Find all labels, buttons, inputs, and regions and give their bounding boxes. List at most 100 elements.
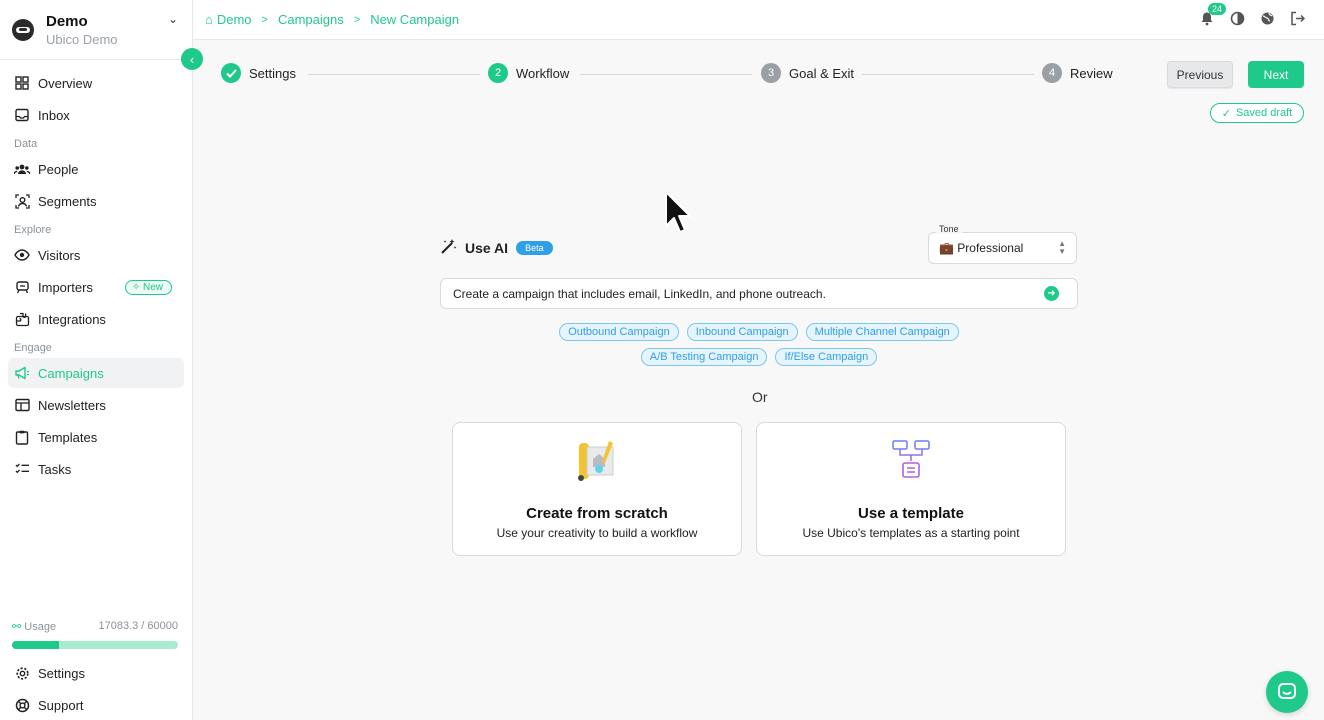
chip-multiple-channel-campaign[interactable]: Multiple Channel Campaign [805, 323, 959, 341]
sidebar-item-segments[interactable]: Segments [8, 186, 184, 216]
chip-if-else-campaign[interactable]: If/Else Campaign [775, 348, 878, 366]
breadcrumb-demo[interactable]: Demo [217, 12, 252, 27]
sidebar-item-inbox[interactable]: Inbox [8, 100, 184, 130]
sidebar-item-label: Integrations [38, 311, 106, 327]
blueprint-illustration-icon [573, 437, 621, 488]
tone-value: 💼 Professional [939, 241, 1024, 255]
sidebar-item-support[interactable]: Support [8, 690, 184, 720]
sidebar-item-label: Inbox [38, 107, 70, 123]
usage-meter: ⚯ Usage 17083.3 / 60000 [12, 620, 178, 649]
chat-support-button[interactable] [1266, 671, 1308, 713]
sidebar-item-integrations[interactable]: Integrations [8, 304, 184, 334]
card-title: Create from scratch [526, 505, 668, 522]
templates-icon [14, 429, 30, 445]
usage-fill [12, 641, 60, 649]
sidebar-item-label: Overview [38, 75, 93, 91]
usage-label: Usage [24, 621, 57, 633]
step-connector [308, 74, 480, 75]
beta-badge: Beta [516, 241, 553, 255]
sidebar-item-label: Settings [38, 665, 85, 681]
sidebar-item-settings[interactable]: Settings [8, 658, 184, 688]
sidebar-item-importers[interactable]: Importers ✧ New [8, 272, 184, 302]
chip-inbound-campaign[interactable]: Inbound Campaign [686, 323, 798, 341]
chat-icon [1278, 683, 1296, 699]
sidebar-item-label: Visitors [38, 247, 81, 263]
step-review[interactable]: 4 Review [1042, 63, 1113, 83]
create-from-scratch-card[interactable]: Create from scratch Use your creativity … [452, 422, 742, 556]
support-icon [14, 697, 30, 713]
sidebar-item-newsletters[interactable]: Newsletters [8, 390, 184, 420]
step-label: Workflow [516, 65, 570, 81]
send-icon[interactable]: ➜ [1044, 286, 1059, 301]
sidebar-item-campaigns[interactable]: Campaigns [8, 358, 184, 388]
sidebar-nav: Overview Inbox Data People Segments Expl… [0, 60, 192, 492]
importers-icon [14, 279, 30, 295]
ai-prompt-input[interactable]: Create a campaign that includes email, L… [440, 278, 1078, 309]
card-subtitle: Use Ubico's templates as a starting poin… [802, 526, 1020, 540]
grid-icon [14, 75, 30, 91]
section-label-engage: Engage [14, 342, 52, 354]
megaphone-icon [14, 365, 30, 381]
section-label-data: Data [14, 138, 38, 150]
breadcrumb-separator: > [261, 13, 268, 26]
new-badge: ✧ New [124, 279, 172, 295]
or-divider: Or [752, 389, 768, 405]
workspace-switcher[interactable]: Demo Ubico Demo ⌄ ‹ [0, 0, 203, 70]
select-arrows-icon: ▲ ▼ [1058, 239, 1066, 256]
chevron-down-icon[interactable]: ⌄ [168, 12, 178, 26]
notification-count: 24 [1207, 3, 1226, 15]
step-connector [580, 74, 752, 75]
sidebar-item-tasks[interactable]: Tasks [8, 454, 184, 484]
breadcrumb-new-campaign: New Campaign [370, 12, 460, 27]
sidebar-bottom: Settings Support [8, 656, 184, 720]
newsletter-icon [14, 397, 30, 413]
use-template-card[interactable]: Use a template Use Ubico's templates as … [756, 422, 1066, 556]
sidebar-item-label: Support [38, 697, 84, 713]
section-label-explore: Explore [14, 224, 52, 236]
step-label: Goal & Exit [789, 65, 855, 81]
usage-icon: ⚯ [12, 621, 22, 633]
breadcrumb-separator: > [353, 13, 361, 26]
chip-outbound-campaign[interactable]: Outbound Campaign [559, 323, 679, 341]
step-settings[interactable]: Settings [221, 63, 296, 83]
chip-ab-testing-campaign[interactable]: A/B Testing Campaign [640, 348, 768, 366]
previous-button[interactable]: Previous [1167, 61, 1233, 88]
workspace-subtitle: Ubico Demo [46, 31, 118, 47]
card-subtitle: Use your creativity to build a workflow [496, 526, 698, 540]
step-workflow[interactable]: 2 Workflow [488, 63, 569, 83]
globe-icon[interactable] [1258, 9, 1276, 27]
topbar: ⌂ Demo > Campaigns > New Campaign 24 [193, 0, 1324, 40]
gear-icon [14, 665, 30, 681]
bell-icon[interactable]: 24 [1198, 3, 1226, 27]
breadcrumb: ⌂ Demo > Campaigns > New Campaign [205, 12, 459, 27]
sidebar-item-templates[interactable]: Templates [8, 422, 184, 452]
sidebar-item-label: Templates [38, 429, 98, 445]
workflow-template-icon [887, 437, 935, 488]
home-icon: ⌂ [205, 12, 213, 27]
sidebar-item-people[interactable]: People [8, 154, 184, 184]
top-actions: 24 [1198, 3, 1306, 27]
tasks-icon [14, 461, 30, 477]
usage-value: 17083.3 / 60000 [98, 620, 178, 632]
workspace-name: Demo [46, 12, 88, 30]
sidebar-item-label: Newsletters [38, 397, 106, 413]
next-button[interactable]: Next [1248, 61, 1304, 88]
magic-wand-icon [440, 238, 457, 258]
sidebar-item-visitors[interactable]: Visitors [8, 240, 184, 270]
suggestion-chips-row-2: A/B Testing Campaign If/Else Campaign [440, 348, 1078, 366]
step-number: 4 [1042, 63, 1062, 83]
use-ai-title: Use AI [465, 240, 509, 256]
tone-select[interactable]: 💼 Professional ▲ ▼ [928, 232, 1077, 264]
saved-draft-badge: ✓ Saved draft [1210, 103, 1304, 123]
breadcrumb-campaigns[interactable]: Campaigns [278, 12, 344, 27]
sidebar-item-label: Importers [38, 279, 93, 295]
logout-icon[interactable] [1288, 9, 1306, 27]
step-label: Review [1070, 65, 1113, 81]
eye-icon [14, 247, 30, 263]
segments-icon [14, 193, 30, 209]
step-goal-exit[interactable]: 3 Goal & Exit [761, 63, 854, 83]
sidebar-item-label: Segments [38, 193, 97, 209]
theme-toggle-icon[interactable] [1228, 9, 1246, 27]
collapse-sidebar-button[interactable]: ‹ [181, 48, 203, 70]
sidebar-item-overview[interactable]: Overview [8, 68, 184, 98]
